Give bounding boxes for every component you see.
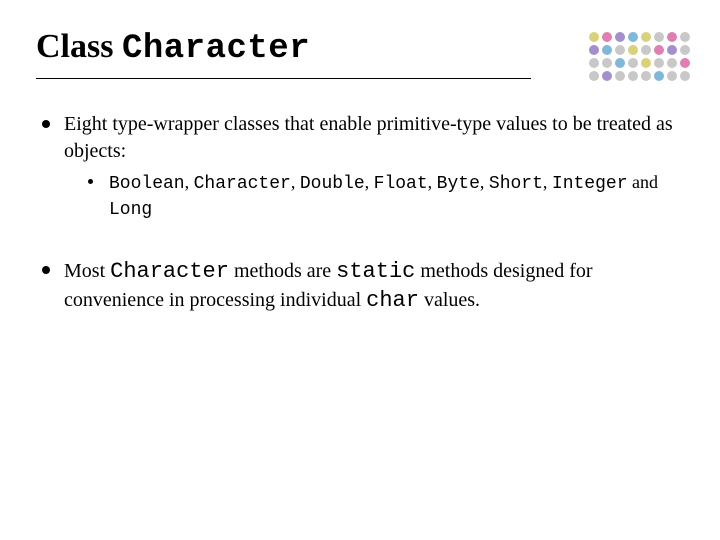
body-text: , [428,172,437,192]
code-text: Character [110,259,229,284]
code-text: Double [300,174,365,194]
decoration-dot [602,45,612,55]
code-text: Character [194,174,291,194]
decoration-dot [667,58,677,68]
decoration-dot [602,71,612,81]
decoration-dot [667,32,677,42]
decoration-dot [589,71,599,81]
decoration-dot [654,32,664,42]
code-text: char [366,288,419,313]
decoration-dot [602,58,612,68]
bullet-marker-icon [42,266,50,274]
body-text: , [365,172,374,192]
bullet-text: Eight type-wrapper classes that enable p… [64,111,684,164]
bullet-item: Most Character methods are static method… [42,257,684,315]
sub-bullet-list: Boolean, Character, Double, Float, Byte,… [64,170,684,223]
decoration-dot [680,45,690,55]
decoration-dot [641,45,651,55]
decoration-dot [654,45,664,55]
sub-bullet-text: Boolean, Character, Double, Float, Byte,… [109,170,684,223]
body-text: , [291,172,300,192]
body-text: values. [419,289,480,311]
slide: Class Character Eight type-wrapper class… [0,0,720,377]
decoration-dot [615,32,625,42]
decoration-dot [628,32,638,42]
sub-bullet-marker-icon [88,179,93,184]
bullet-list: Eight type-wrapper classes that enable p… [36,111,684,314]
decoration-dot [615,58,625,68]
slide-title: Class Character [36,28,684,68]
code-text: Boolean [109,174,185,194]
decoration-dot [589,45,599,55]
title-code: Character [122,30,310,68]
bullet-text: Most Character methods are static method… [64,257,684,315]
decoration-dot [589,32,599,42]
decoration-dot [602,32,612,42]
decoration-dot [667,45,677,55]
body-text: Most [64,260,110,282]
code-text: static [336,259,415,284]
decoration-dot [654,58,664,68]
decoration-dot [667,71,677,81]
code-text: Short [489,174,543,194]
decoration-dot [589,58,599,68]
decoration-dot [641,32,651,42]
decoration-dot [680,58,690,68]
decoration-dot [654,71,664,81]
decoration-dot [641,71,651,81]
title-underline [36,78,531,79]
decoration-dot [680,32,690,42]
body-text: and [628,172,659,192]
title-area: Class Character [36,28,684,79]
code-text: Long [109,200,152,220]
code-text: Integer [552,174,628,194]
bullet-content: Eight type-wrapper classes that enable p… [64,111,684,222]
body-text: , [543,172,552,192]
dots-decoration-icon [589,32,692,83]
decoration-dot [615,71,625,81]
body-text: , [480,172,489,192]
decoration-dot [628,71,638,81]
title-prefix: Class [36,28,122,65]
decoration-dot [628,58,638,68]
bullet-content: Most Character methods are static method… [64,257,684,315]
decoration-dot [641,58,651,68]
decoration-dot [680,71,690,81]
body-text: methods are [229,260,336,282]
code-text: Byte [437,174,480,194]
decoration-dot [615,45,625,55]
code-text: Float [374,174,428,194]
sub-bullet-item: Boolean, Character, Double, Float, Byte,… [88,170,684,223]
bullet-marker-icon [42,120,50,128]
bullet-item: Eight type-wrapper classes that enable p… [42,111,684,222]
body-text: , [185,172,194,192]
decoration-dot [628,45,638,55]
